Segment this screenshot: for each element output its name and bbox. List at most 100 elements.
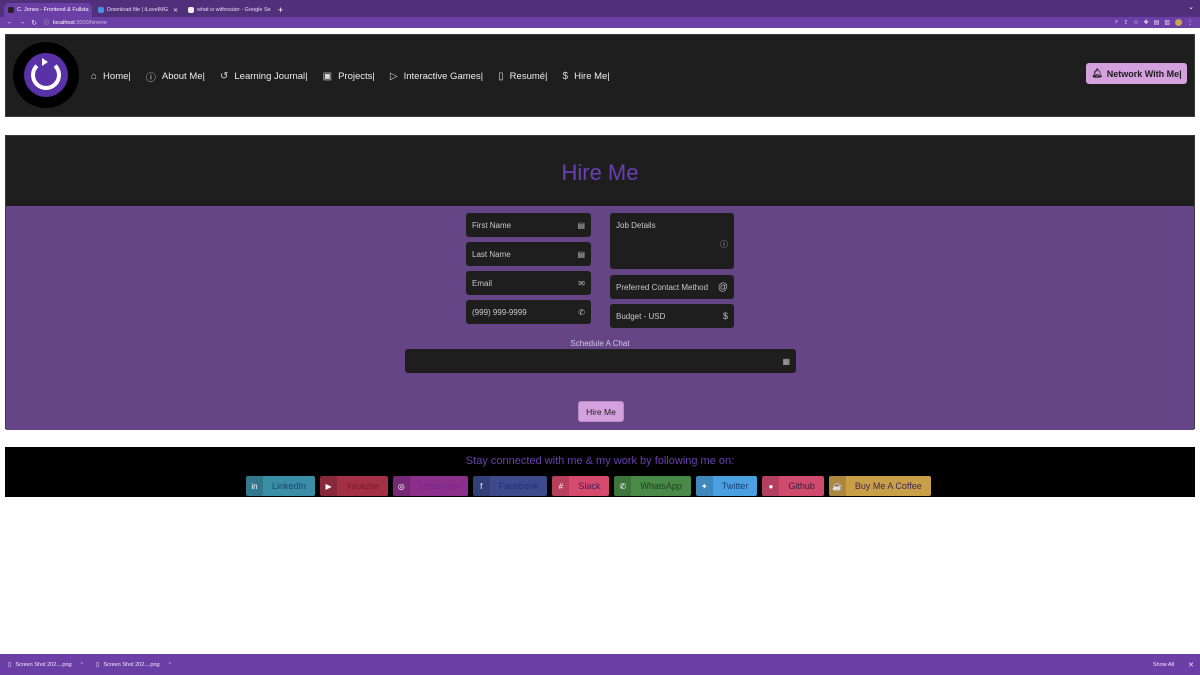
close-icon[interactable]: ✕ [271, 7, 272, 14]
dollar-icon: $ [562, 71, 569, 82]
logo-inner [24, 53, 68, 97]
chevron-up-icon[interactable]: ⌃ [168, 662, 172, 668]
social-footer: Stay connected with me & my work by foll… [5, 447, 1195, 497]
page: ⌂ Home| ⓘ About Me| ↺ Learning Journal| … [0, 28, 1200, 654]
extension-icon[interactable]: ▤ [1154, 19, 1160, 26]
close-icon[interactable]: ✕ [89, 7, 93, 14]
nav-item-label: About Me| [161, 71, 205, 82]
youtube-icon: ▶ [320, 476, 338, 496]
refresh-icon [31, 58, 61, 90]
images-icon: ▣ [322, 71, 333, 82]
menu-icon[interactable]: ⋮ [1187, 19, 1193, 26]
close-icon[interactable]: ✕ [170, 7, 178, 14]
play-icon: ▷ [389, 71, 398, 82]
file-icon: ▯ [96, 662, 100, 668]
nav-item-resume[interactable]: ▯ Resumé| [498, 71, 547, 82]
tab-title: C. Jones - Frontend & Fullsta [17, 7, 89, 13]
phone-icon: ✆ [578, 307, 585, 317]
extensions-area: ⌕ ⇪ ☆ ✚ ▤ ▥ ⋮ [1115, 19, 1196, 26]
share-icon[interactable]: ⇪ [1123, 19, 1128, 26]
nav-item-label: Resumé| [509, 71, 548, 82]
social-button-youtube[interactable]: ▶ Youtube [320, 476, 388, 496]
favicon-icon [188, 7, 194, 13]
hire-form: First Name ▤ Last Name ▤ Email ✉ (999) 9… [6, 206, 1194, 430]
email-field[interactable]: Email ✉ [466, 271, 591, 295]
favicon-icon [8, 7, 14, 13]
nav-item-home[interactable]: ⌂ Home| [91, 71, 131, 82]
download-item[interactable]: ▯ Screen Shot 202....png ⌃ [96, 661, 172, 669]
browser-tab[interactable]: what is withrouter - Google Se ✕ [184, 3, 272, 17]
sidebar-icon[interactable]: ▥ [1164, 19, 1170, 26]
social-label: Instagram [418, 481, 459, 491]
reload-icon[interactable]: ↻ [28, 19, 40, 27]
file-icon: ▯ [498, 71, 504, 82]
nav-item-label: Projects| [338, 71, 375, 82]
slack-icon: # [552, 476, 570, 496]
schedule-date-field[interactable]: ▦ [405, 349, 796, 373]
social-button-linkedin[interactable]: in LinkedIn [246, 476, 316, 496]
close-icon[interactable]: ✕ [1188, 661, 1194, 669]
avatar[interactable] [1175, 19, 1182, 26]
site-logo[interactable] [13, 42, 79, 108]
home-icon: ⌂ [91, 71, 98, 82]
social-label: WhatsApp [640, 481, 682, 491]
browser-tab-bar: C. Jones - Frontend & Fullsta ✕ Download… [0, 0, 1200, 17]
new-tab-button[interactable]: + [274, 3, 287, 17]
browser-tab[interactable]: C. Jones - Frontend & Fullsta ✕ [4, 3, 92, 17]
nav-item-learning-journal[interactable]: ↺ Learning Journal| [220, 71, 308, 82]
social-button-buy-me-a-coffee[interactable]: ☕ Buy Me A Coffee [828, 476, 931, 496]
social-label: Facebook [498, 481, 539, 491]
contact-method-field[interactable]: Preferred Contact Method @ [610, 275, 734, 299]
social-button-twitter[interactable]: ✦ Twitter [695, 476, 758, 496]
forward-icon[interactable]: → [16, 19, 28, 26]
puzzle-icon[interactable]: ✚ [1144, 19, 1149, 26]
history-icon: ↺ [220, 71, 229, 82]
job-details-placeholder: Job Details [616, 221, 656, 230]
star-icon[interactable]: ☆ [1133, 19, 1138, 26]
dollar-icon: $ [722, 311, 728, 321]
email-placeholder: Email [472, 278, 493, 288]
social-button-instagram[interactable]: ◎ Instagram [392, 476, 468, 496]
id-card-icon: ▤ [577, 249, 585, 259]
url-host: localhost [53, 19, 75, 26]
social-button-facebook[interactable]: f Facebook [472, 476, 548, 496]
nav-item-projects[interactable]: ▣ Projects| [323, 71, 375, 82]
browser-tab[interactable]: Download file | iLoveIMG ✕ [94, 3, 182, 17]
nav-item-label: Interactive Games| [403, 71, 484, 82]
github-icon: ● [762, 476, 780, 496]
first-name-field[interactable]: First Name ▤ [466, 213, 591, 237]
info-icon[interactable]: ⓘ [44, 19, 49, 26]
social-button-whatsapp[interactable]: ✆ WhatsApp [614, 476, 691, 496]
social-label: Buy Me A Coffee [854, 481, 922, 491]
chevron-down-icon[interactable]: ⌄ [1188, 3, 1194, 11]
linkedin-icon: in [246, 476, 263, 496]
social-button-slack[interactable]: # Slack [552, 476, 610, 496]
nav-item-interactive-games[interactable]: ▷ Interactive Games| [390, 71, 483, 82]
budget-field[interactable]: Budget - USD $ [610, 304, 734, 328]
nav-item-label: Learning Journal| [234, 71, 308, 82]
file-icon: ▯ [8, 662, 12, 668]
browser-toolbar: ← → ↻ ⓘ localhost:3000/hireme ⌕ ⇪ ☆ ✚ ▤ … [0, 17, 1200, 28]
phone-field[interactable]: (999) 999-9999 ✆ [466, 300, 591, 324]
network-with-me-button[interactable]: 🔔︎ Network With Me| [1086, 63, 1187, 84]
download-item[interactable]: ▯ Screen Shot 202....png ⌃ [8, 661, 84, 669]
address-bar[interactable]: ⓘ localhost:3000/hireme [44, 18, 1115, 27]
back-icon[interactable]: ← [4, 19, 16, 26]
last-name-placeholder: Last Name [472, 249, 511, 259]
social-button-github[interactable]: ● Github [762, 476, 824, 496]
nav-item-hire-me[interactable]: $ Hire Me| [563, 71, 610, 82]
at-icon: @ [717, 281, 728, 293]
favicon-icon [98, 7, 104, 13]
chevron-up-icon[interactable]: ⌃ [80, 662, 84, 668]
site-navbar: ⌂ Home| ⓘ About Me| ↺ Learning Journal| … [5, 34, 1195, 117]
download-filename: Screen Shot 202....png [103, 661, 160, 668]
zoom-icon[interactable]: ⌕ [1115, 19, 1118, 26]
last-name-field[interactable]: Last Name ▤ [466, 242, 591, 266]
calendar-icon[interactable]: ▦ [782, 357, 790, 366]
social-label: Github [788, 481, 815, 491]
job-details-field[interactable]: Job Details ⓘ [610, 213, 734, 269]
hire-me-submit-button[interactable]: Hire Me [578, 401, 624, 422]
show-all-button[interactable]: Show All [1153, 662, 1174, 668]
nav-item-about[interactable]: ⓘ About Me| [146, 69, 205, 84]
whatsapp-icon: ✆ [614, 476, 632, 496]
